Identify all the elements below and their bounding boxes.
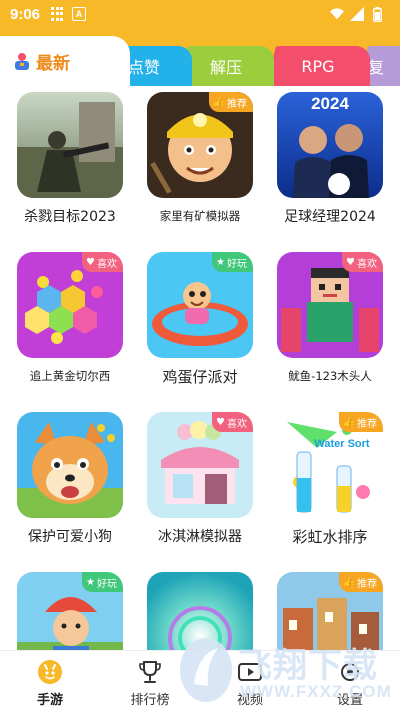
game-card[interactable]: 👍 推荐 — [260, 566, 393, 650]
wifi-icon — [330, 7, 344, 21]
thumbs-up-icon: 👍 — [212, 96, 225, 108]
video-icon — [236, 659, 264, 685]
nav-mobile-games[interactable]: 手游 — [0, 651, 100, 711]
nav-label: 设置 — [336, 693, 363, 708]
thumbnail-title-text: Water Sort — [314, 438, 370, 450]
like-badge: ♥ 喜欢 — [342, 252, 383, 272]
tab-jieya[interactable]: 解压 — [178, 46, 274, 86]
thumbs-up-icon: 👍 — [342, 416, 355, 428]
tab-more-label: 复 — [368, 58, 385, 77]
star-icon: ★ — [86, 576, 95, 588]
status-bar: 9:06 A — [0, 0, 400, 28]
game-thumbnail: Water Sort 👍 推荐 — [277, 412, 383, 518]
game-thumbnail — [17, 92, 123, 198]
nav-settings[interactable]: 设置 — [300, 651, 400, 711]
notification-a-icon: A — [72, 7, 87, 21]
game-card[interactable]: 保护可爱小狗 — [0, 406, 133, 566]
game-title: 杀戮目标2023 — [24, 209, 116, 225]
badge-label: 推荐 — [357, 418, 377, 430]
fun-badge: ★ 好玩 — [82, 572, 123, 592]
game-card[interactable]: ★ 好玩 — [0, 566, 133, 650]
tab-latest[interactable]: 最新 — [0, 36, 130, 86]
bag-user-icon — [14, 52, 30, 70]
game-thumbnail: 👍 推荐 — [277, 572, 383, 650]
like-badge: ♥ 喜欢 — [212, 412, 253, 432]
badge-label: 喜欢 — [97, 258, 117, 270]
category-tab-bar: 复 RPG 解压 点赞 最新 — [0, 28, 400, 86]
star-icon: ★ — [216, 256, 225, 268]
tab-jieya-label: 解压 — [209, 58, 242, 77]
trophy-icon — [136, 659, 164, 685]
signal-icon — [350, 7, 364, 21]
game-card[interactable] — [130, 566, 263, 650]
gamepad-face-icon — [36, 659, 64, 685]
tab-rpg[interactable]: RPG — [266, 46, 370, 86]
game-title: 追上黄金切尔西 — [29, 369, 111, 383]
like-badge: ♥ 喜欢 — [82, 252, 123, 272]
thumbnail-year-text: 2024 — [311, 94, 349, 113]
game-card[interactable]: ♥ 喜欢 鱿鱼-123木头人 — [260, 246, 393, 406]
game-card[interactable]: Water Sort 👍 推荐 彩虹水排序 — [260, 406, 393, 566]
app-grid-icon — [50, 7, 64, 21]
nav-label: 手游 — [36, 693, 63, 708]
game-thumbnail — [147, 572, 253, 650]
heart-icon: ♥ — [216, 416, 225, 428]
bottom-navigation: 手游 排行榜 视频 设置 — [0, 650, 400, 711]
settings-icon — [336, 659, 364, 685]
game-thumbnail: ♥ 喜欢 — [147, 412, 253, 518]
game-card[interactable]: ★ 好玩 鸡蛋仔派对 — [130, 246, 263, 406]
nav-label: 视频 — [236, 693, 263, 708]
game-thumbnail: 👍 推荐 — [147, 92, 253, 198]
game-card[interactable]: 👍 推荐 家里有矿模拟器 — [130, 86, 263, 246]
badge-label: 喜欢 — [227, 418, 247, 430]
badge-label: 推荐 — [357, 578, 377, 590]
game-card[interactable]: 2024 足球经理2024 — [260, 86, 393, 246]
game-thumbnail: ♥ 喜欢 — [277, 252, 383, 358]
battery-icon — [370, 6, 384, 22]
heart-icon: ♥ — [346, 256, 355, 268]
game-thumbnail — [17, 412, 123, 518]
game-thumbnail: 2024 — [277, 92, 383, 198]
game-grid: 杀戮目标2023 👍 推荐 家里有矿模拟器 2024 足球经理2024 ♥ 喜欢… — [0, 86, 400, 650]
fun-badge: ★ 好玩 — [212, 252, 253, 272]
nav-ranking[interactable]: 排行榜 — [100, 651, 200, 711]
badge-label: 好玩 — [97, 578, 117, 590]
tab-rpg-label: RPG — [301, 56, 335, 76]
game-thumbnail: ♥ 喜欢 — [17, 252, 123, 358]
game-thumbnail: ★ 好玩 — [147, 252, 253, 358]
game-title: 保护可爱小狗 — [28, 529, 112, 545]
thumbs-up-icon: 👍 — [342, 576, 355, 588]
game-thumbnail: ★ 好玩 — [17, 572, 123, 650]
tab-dianzan-label: 点赞 — [127, 58, 160, 77]
game-title: 家里有矿模拟器 — [159, 209, 241, 223]
game-card[interactable]: ♥ 喜欢 冰淇淋模拟器 — [130, 406, 263, 566]
status-time: 9:06 — [10, 5, 41, 23]
nav-label: 排行榜 — [130, 693, 170, 708]
game-title: 鱿鱼-123木头人 — [288, 369, 372, 383]
recommend-badge: 👍 推荐 — [208, 92, 253, 112]
recommend-badge: 👍 推荐 — [338, 572, 383, 592]
game-title: 鸡蛋仔派对 — [162, 368, 238, 386]
badge-label: 喜欢 — [357, 258, 377, 270]
tab-latest-label: 最新 — [36, 53, 70, 74]
game-card[interactable]: 杀戮目标2023 — [0, 86, 133, 246]
badge-label: 好玩 — [227, 258, 247, 270]
heart-icon: ♥ — [86, 256, 95, 268]
game-title: 冰淇淋模拟器 — [158, 529, 242, 545]
game-title: 彩虹水排序 — [292, 528, 368, 546]
nav-video[interactable]: 视频 — [200, 651, 300, 711]
game-card[interactable]: ♥ 喜欢 追上黄金切尔西 — [0, 246, 133, 406]
game-title: 足球经理2024 — [284, 209, 376, 225]
recommend-badge: 👍 推荐 — [338, 412, 383, 432]
badge-label: 推荐 — [227, 98, 247, 110]
